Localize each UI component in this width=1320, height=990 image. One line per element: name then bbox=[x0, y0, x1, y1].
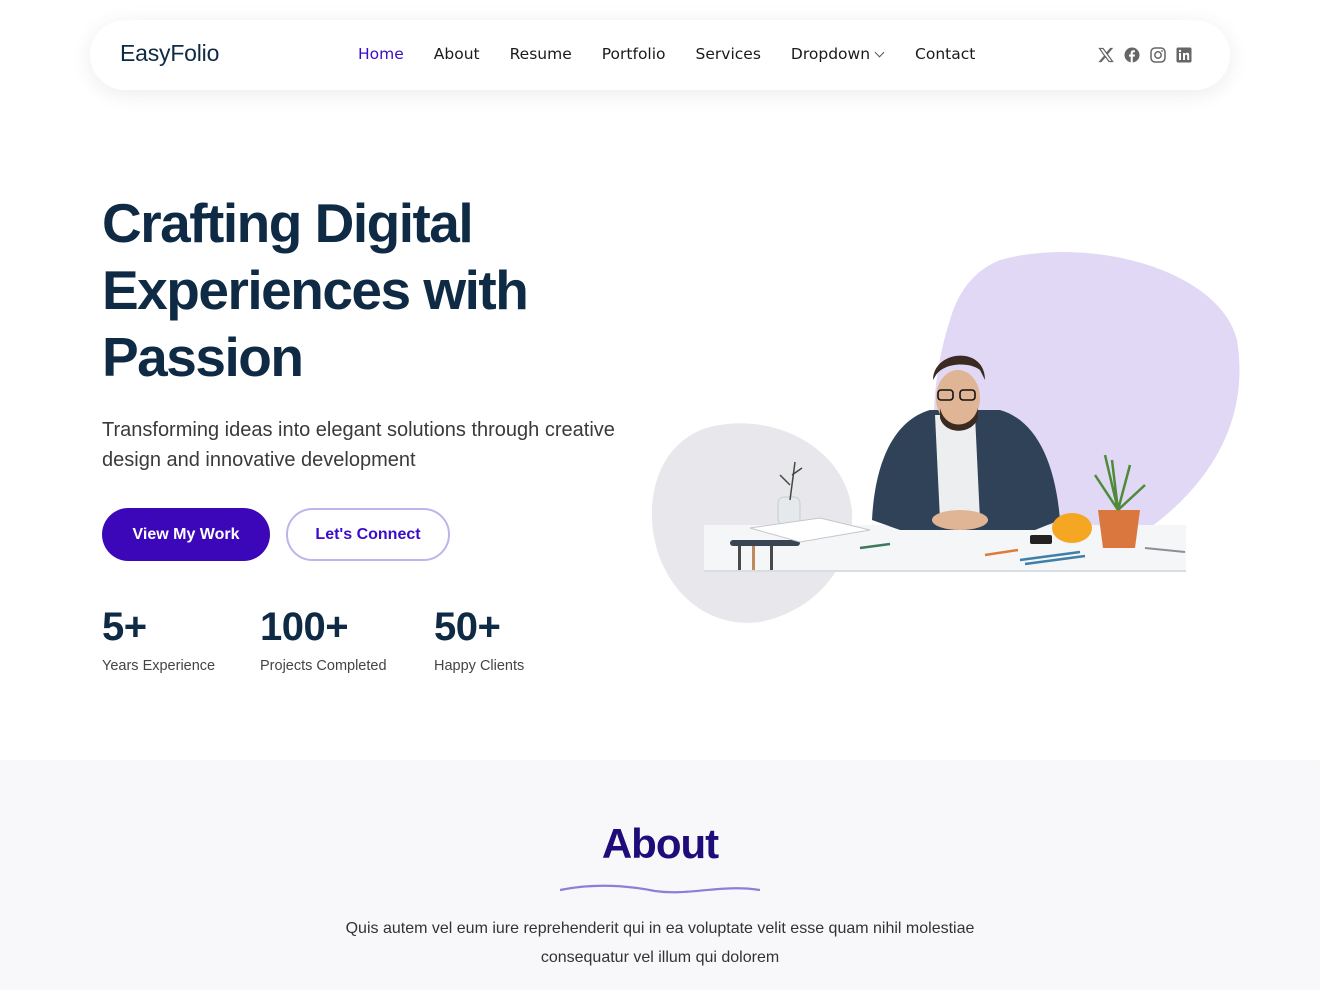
site-header: EasyFolio Home About Resume Portfolio Se… bbox=[90, 20, 1230, 90]
nav-label: Dropdown bbox=[790, 45, 871, 63]
about-section: About Quis autem vel eum iure reprehende… bbox=[0, 760, 1320, 990]
nav-label: Contact bbox=[915, 45, 976, 63]
nav-dropdown[interactable]: Dropdown bbox=[790, 45, 885, 63]
hero-title: Crafting Digital Experiences with Passio… bbox=[102, 190, 642, 391]
stat-value: 100+ bbox=[260, 605, 349, 649]
nav-resume[interactable]: Resume bbox=[510, 45, 572, 63]
stat-value: 50+ bbox=[434, 605, 501, 649]
plant-pot bbox=[1098, 510, 1140, 548]
stat-label: Years Experience bbox=[102, 658, 216, 674]
hero-title-line: Crafting Digital bbox=[102, 192, 474, 254]
lets-connect-button[interactable]: Let's Connect bbox=[286, 508, 450, 561]
nav-portfolio[interactable]: Portfolio bbox=[602, 45, 666, 63]
about-text: Quis autem vel eum iure reprehenderit qu… bbox=[345, 920, 975, 966]
nav-label: Portfolio bbox=[601, 45, 666, 63]
stat-label: Projects Completed bbox=[260, 658, 387, 674]
hero-title-line: Passion bbox=[102, 326, 304, 388]
about-title: About bbox=[601, 820, 719, 867]
nav-label: Services bbox=[695, 45, 761, 63]
x-twitter-icon[interactable] bbox=[1097, 46, 1114, 63]
chevron-down-icon bbox=[874, 47, 885, 57]
social-links bbox=[1097, 46, 1192, 63]
nav-contact[interactable]: Contact bbox=[915, 45, 975, 63]
nav-label: Resume bbox=[509, 45, 572, 63]
nav-about[interactable]: About bbox=[434, 45, 480, 63]
facebook-icon[interactable] bbox=[1123, 46, 1140, 63]
hero-subtitle: Transforming ideas into elegant solution… bbox=[102, 419, 615, 471]
nav-label: Home bbox=[358, 45, 404, 63]
nav-home[interactable]: Home bbox=[358, 45, 404, 63]
view-my-work-button[interactable]: View My Work bbox=[102, 508, 270, 561]
logo[interactable]: EasyFolio bbox=[120, 40, 219, 67]
hero-illustration bbox=[651, 251, 1240, 623]
stat-label: Happy Clients bbox=[434, 658, 525, 674]
stat-value: 5+ bbox=[102, 605, 147, 649]
main-nav: Home About Resume Portfolio Services Dro… bbox=[358, 45, 975, 63]
stat-years: 5+ Years Experience bbox=[102, 605, 215, 674]
stat-projects: 100+ Projects Completed bbox=[260, 605, 387, 674]
vase bbox=[777, 496, 801, 526]
linkedin-icon[interactable] bbox=[1175, 46, 1192, 63]
side-table bbox=[730, 540, 800, 546]
wave-divider-icon bbox=[560, 884, 760, 894]
nav-services[interactable]: Services bbox=[696, 45, 761, 63]
stat-clients: 50+ Happy Clients bbox=[434, 605, 524, 674]
nav-label: About bbox=[433, 45, 480, 63]
pumpkin bbox=[1052, 513, 1092, 543]
phone bbox=[1030, 535, 1052, 544]
hero-title-line: Experiences with bbox=[102, 259, 529, 321]
instagram-icon[interactable] bbox=[1149, 46, 1166, 63]
